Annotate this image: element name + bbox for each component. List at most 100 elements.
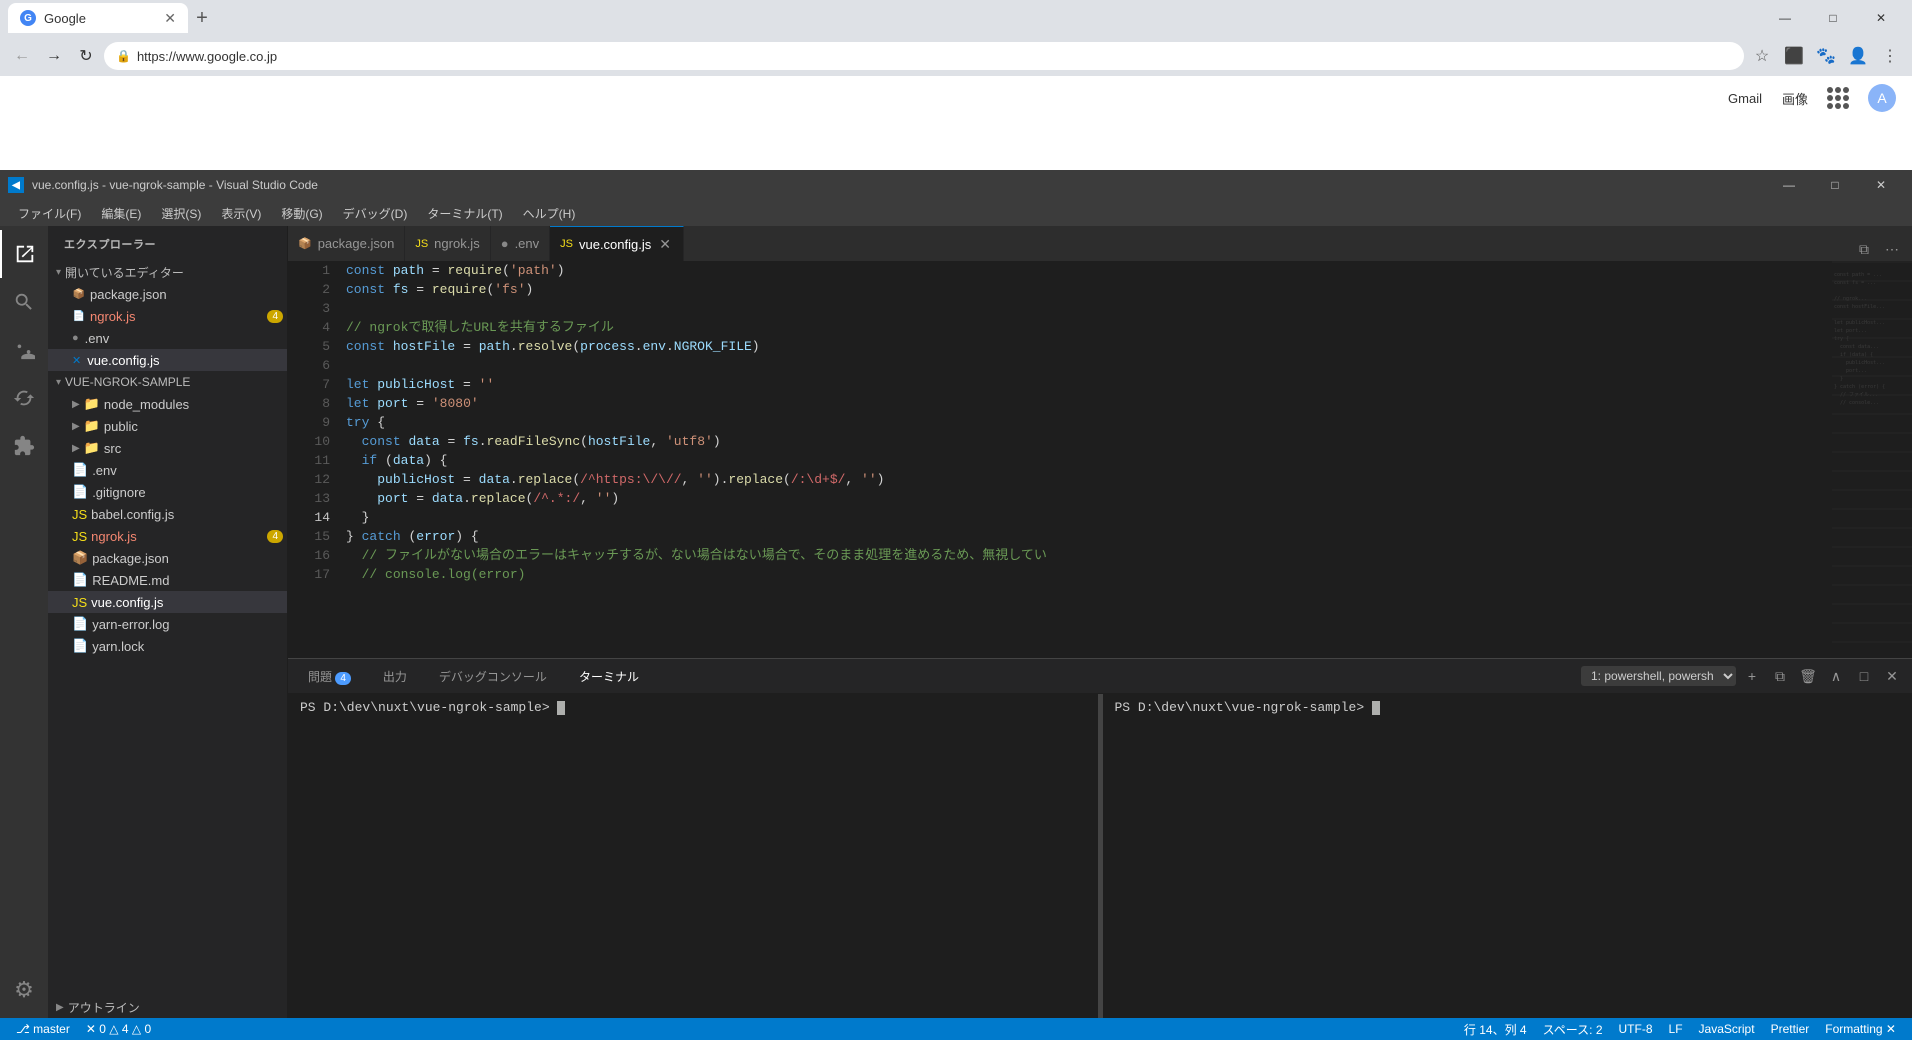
- project-header[interactable]: ▾ VUE-NGROK-SAMPLE: [48, 371, 287, 393]
- outline-header[interactable]: ▶ アウトライン: [48, 996, 287, 1018]
- profile-button[interactable]: 👤: [1844, 42, 1872, 70]
- status-errors[interactable]: ✕ 0 △ 4 △ 0: [78, 1018, 159, 1040]
- refresh-button[interactable]: ↻: [72, 42, 100, 70]
- terminal-add-button[interactable]: +: [1740, 664, 1764, 688]
- status-row-col[interactable]: 行 14、列 4: [1456, 1018, 1535, 1040]
- tab-package-json[interactable]: 📦 package.json: [288, 226, 405, 261]
- encoding-text: UTF-8: [1619, 1022, 1653, 1036]
- file-readme[interactable]: 📄 README.md: [48, 569, 287, 591]
- status-formatting[interactable]: Formatting ✕: [1817, 1018, 1904, 1040]
- menu-file[interactable]: ファイル(F): [8, 201, 91, 226]
- source-control-activity-icon[interactable]: [0, 326, 48, 374]
- vscode-minimize-button[interactable]: —: [1766, 170, 1812, 200]
- terminal-tab-terminal[interactable]: ターミナル: [567, 664, 651, 689]
- file-gitignore[interactable]: 📄 .gitignore: [48, 481, 287, 503]
- status-encoding[interactable]: UTF-8: [1611, 1018, 1661, 1040]
- tab-icon-vue-config: JS: [560, 238, 573, 250]
- code-editor[interactable]: const path = require('path') const fs = …: [338, 261, 1832, 658]
- split-editor-button[interactable]: ⧉: [1852, 237, 1876, 261]
- menu-help[interactable]: ヘルプ(H): [513, 201, 586, 226]
- tab-vue-config[interactable]: JS vue.config.js ✕: [550, 226, 684, 261]
- terminal-tab-output[interactable]: 出力: [371, 664, 419, 689]
- status-spaces[interactable]: スペース: 2: [1535, 1018, 1611, 1040]
- babel-file-icon: JS: [72, 507, 87, 522]
- ngrok-file-badge: 4: [267, 530, 283, 543]
- terminal-split-button[interactable]: ⧉: [1768, 664, 1792, 688]
- more-actions-button[interactable]: ⋯: [1880, 237, 1904, 261]
- file-yarn-lock[interactable]: 📄 yarn.lock: [48, 635, 287, 657]
- file-babel-config[interactable]: JS babel.config.js: [48, 503, 287, 525]
- terminal-pane-1[interactable]: PS D:\dev\nuxt\vue-ngrok-sample>: [288, 694, 1099, 1018]
- chrome-tab-google[interactable]: G Google ✕: [8, 3, 188, 33]
- tab-env[interactable]: ● .env: [491, 226, 550, 261]
- google-apps-button[interactable]: [1824, 84, 1852, 112]
- open-file-package-json[interactable]: 📦 package.json: [48, 283, 287, 305]
- status-branch[interactable]: ⎇ master: [8, 1018, 78, 1040]
- forward-button[interactable]: →: [40, 42, 68, 70]
- folder-src[interactable]: ▶ 📁 src: [48, 437, 287, 459]
- menu-button[interactable]: ⋮: [1876, 42, 1904, 70]
- file-ngrok-js[interactable]: JS ngrok.js 4: [48, 525, 287, 547]
- status-line-ending[interactable]: LF: [1661, 1018, 1691, 1040]
- tab-ngrok-js[interactable]: JS ngrok.js: [405, 226, 490, 261]
- outline-chevron: ▶: [56, 1002, 64, 1013]
- tab-close-button[interactable]: ✕: [164, 10, 176, 27]
- google-page-area: Gmail 画像 A: [0, 76, 1912, 170]
- minimize-button[interactable]: —: [1762, 3, 1808, 33]
- menu-debug[interactable]: デバッグ(D): [333, 201, 418, 226]
- back-button[interactable]: ←: [8, 42, 36, 70]
- maximize-button[interactable]: □: [1810, 3, 1856, 33]
- extension-button2[interactable]: 🐾: [1812, 42, 1840, 70]
- debug-activity-icon[interactable]: [0, 374, 48, 422]
- address-bar[interactable]: 🔒 https://www.google.co.jp: [104, 42, 1744, 70]
- open-file-env[interactable]: ● .env: [48, 327, 287, 349]
- folder-public[interactable]: ▶ 📁 public: [48, 415, 287, 437]
- terminal-close-button[interactable]: ✕: [1880, 664, 1904, 688]
- line-num: 8: [292, 394, 330, 413]
- folder-name-public: public: [104, 419, 138, 434]
- problems-badge: 4: [335, 672, 351, 685]
- code-line-16: // ファイルがない場合のエラーはキャッチするが、ない場合はない場合で、そのまま…: [346, 546, 1824, 565]
- google-account-avatar[interactable]: A: [1868, 84, 1896, 112]
- extension-button1[interactable]: ⬛: [1780, 42, 1808, 70]
- terminal-trash-button[interactable]: 🗑: [1796, 664, 1820, 688]
- file-package-json[interactable]: 📦 package.json: [48, 547, 287, 569]
- gmail-link[interactable]: Gmail: [1728, 91, 1762, 106]
- terminal-tab-problems[interactable]: 問題 4: [296, 664, 363, 689]
- new-tab-button[interactable]: +: [188, 4, 216, 32]
- file-vue-config[interactable]: JS vue.config.js: [48, 591, 287, 613]
- search-activity-icon[interactable]: [0, 278, 48, 326]
- tab-dot-env: ●: [501, 236, 509, 251]
- explorer-activity-icon[interactable]: [0, 230, 48, 278]
- file-env[interactable]: 📄 .env: [48, 459, 287, 481]
- terminal-pane-2[interactable]: PS D:\dev\nuxt\vue-ngrok-sample>: [1103, 694, 1912, 1018]
- open-file-vue-config[interactable]: ✕ vue.config.js: [48, 349, 287, 371]
- terminal-select-shell[interactable]: 1: powershell, powersh: [1581, 666, 1736, 686]
- menu-terminal[interactable]: ターミナル(T): [417, 201, 512, 226]
- close-button[interactable]: ✕: [1858, 3, 1904, 33]
- menu-edit[interactable]: 編集(E): [91, 201, 151, 226]
- status-language[interactable]: JavaScript: [1691, 1018, 1763, 1040]
- menu-go[interactable]: 移動(G): [271, 201, 332, 226]
- bookmark-button[interactable]: ☆: [1748, 42, 1776, 70]
- terminal-chevron-up-button[interactable]: ∧: [1824, 664, 1848, 688]
- file-yarn-error[interactable]: 📄 yarn-error.log: [48, 613, 287, 635]
- status-formatter[interactable]: Prettier: [1763, 1018, 1818, 1040]
- tab-icon-ngrok: JS: [415, 238, 428, 250]
- settings-activity-icon[interactable]: ⚙: [0, 966, 48, 1014]
- menu-view[interactable]: 表示(V): [211, 201, 271, 226]
- tab-title: Google: [44, 11, 156, 26]
- vue-config-file-icon: JS: [72, 595, 87, 610]
- open-file-ngrok-js[interactable]: 📄 ngrok.js 4: [48, 305, 287, 327]
- vscode-close-button[interactable]: ✕: [1858, 170, 1904, 200]
- tab-close-vue-config[interactable]: ✕: [657, 234, 673, 255]
- menu-select[interactable]: 選択(S): [151, 201, 211, 226]
- images-link[interactable]: 画像: [1782, 89, 1808, 108]
- vscode-maximize-button[interactable]: □: [1812, 170, 1858, 200]
- terminal-tab-debug-console[interactable]: デバッグコンソール: [427, 664, 559, 689]
- open-editors-header[interactable]: ▾ 開いているエディター: [48, 261, 287, 283]
- folder-node-modules[interactable]: ▶ 📁 node_modules: [48, 393, 287, 415]
- lock-icon: 🔒: [116, 49, 131, 63]
- terminal-maximize-button[interactable]: □: [1852, 664, 1876, 688]
- extensions-activity-icon[interactable]: [0, 422, 48, 470]
